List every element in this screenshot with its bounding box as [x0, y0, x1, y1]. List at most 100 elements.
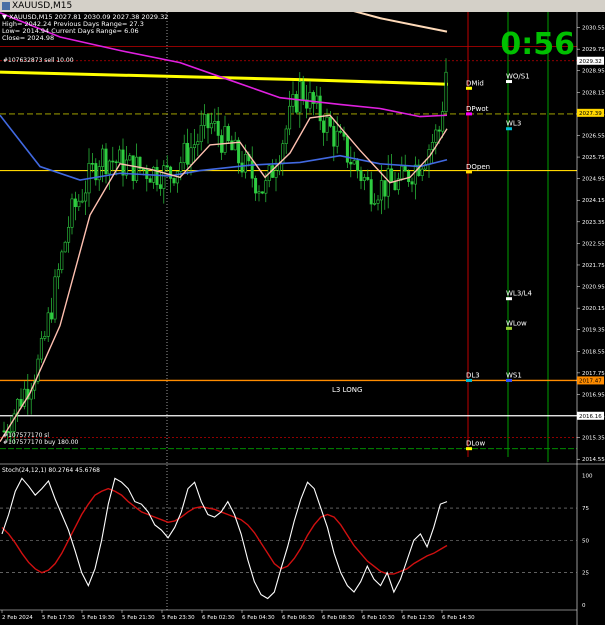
candle-body	[430, 142, 434, 150]
candle-body	[101, 148, 105, 167]
level-label-dpwot: DPwot	[466, 105, 489, 113]
candle-body	[366, 177, 370, 180]
candle-body	[407, 170, 411, 182]
candle-body	[216, 120, 220, 136]
window-title: XAUUSD,M15	[12, 1, 73, 11]
stoch-tick-label: 75	[582, 506, 589, 512]
price-tick-label: 2017.75	[582, 371, 605, 377]
time-tick-label: 6 Feb 02:30	[202, 615, 235, 621]
candle-body	[356, 160, 360, 171]
time-tick-label: 2 Feb 2024	[2, 615, 33, 621]
candle-body	[186, 142, 190, 165]
candle-body	[182, 142, 186, 164]
price-chart[interactable]: DMid DPwot DOpen DL3 DLow WO/S1 WL3 WL3/L4 WLow W…	[0, 12, 605, 625]
stoch-tick-label: 50	[582, 538, 589, 544]
candle-body	[376, 199, 380, 204]
time-tick-label: 6 Feb 08:30	[322, 615, 355, 621]
level-label-dlow: DLow	[466, 440, 485, 448]
candle-body	[349, 161, 353, 165]
price-marker-label: 2016.16	[579, 414, 602, 420]
level-flag	[506, 326, 512, 330]
price-marker-label: 2027.39	[579, 111, 602, 117]
candle-body	[240, 162, 244, 173]
candle-body	[56, 269, 60, 278]
l3-long-label: L3 LONG	[332, 386, 362, 394]
candle-body	[135, 156, 139, 181]
stoch-label: Stoch(24,12,1) 80.2764 45.6768	[2, 467, 100, 474]
stoch-tick-label: 100	[582, 474, 593, 480]
candle-body	[131, 155, 135, 181]
candle-body	[73, 198, 77, 208]
time-tick-label: 5 Feb 17:30	[42, 615, 75, 621]
candle-body	[373, 203, 377, 205]
price-tick-label: 2030.55	[582, 26, 605, 32]
candle-body	[284, 128, 288, 144]
candle-body	[84, 192, 88, 202]
candle-body	[121, 149, 125, 176]
cur-range: Current Days Range= 6.06	[51, 27, 139, 35]
candle-body	[335, 130, 339, 147]
candle-body	[274, 170, 278, 178]
level-label-wo-s1: WO/S1	[506, 73, 530, 81]
candle-body	[209, 123, 213, 129]
candle-body	[332, 125, 336, 147]
close-value: Close= 2024.98	[2, 34, 55, 42]
candle-body	[437, 129, 441, 132]
candle-body	[158, 184, 162, 189]
buy-order-label: #107577170 buy 180.00	[3, 439, 79, 446]
price-marker-label: 2017.47	[579, 378, 602, 384]
candle-body	[444, 71, 448, 112]
candle-body	[196, 141, 200, 145]
sell-order-label: #107632873 sell 10.00	[3, 57, 74, 64]
candle-body	[104, 148, 108, 175]
price-tick-label: 2023.35	[582, 220, 605, 226]
time-tick-label: 6 Feb 12:30	[402, 615, 435, 621]
candle-body	[213, 120, 217, 124]
candle-body	[413, 164, 417, 185]
level-flag	[466, 86, 472, 90]
candle-body	[403, 165, 407, 172]
candle-body	[179, 162, 183, 172]
price-tick-label: 2024.15	[582, 198, 605, 204]
price-tick-label: 2014.55	[582, 457, 605, 463]
candle-body	[345, 136, 349, 163]
candle-body	[107, 160, 111, 175]
candle-body	[288, 105, 292, 130]
candle-body	[359, 170, 363, 181]
level-label-wlow: WLow	[506, 319, 527, 327]
candle-body	[322, 120, 326, 133]
candle-body	[250, 160, 254, 179]
candle-body	[189, 147, 193, 165]
candle-body	[128, 155, 132, 161]
candle-body	[43, 336, 47, 339]
candle-body	[237, 139, 241, 164]
chart-window-icon	[2, 2, 10, 10]
price-tick-label: 2019.35	[582, 328, 605, 334]
candle-body	[77, 200, 81, 208]
candle-body	[50, 312, 54, 320]
candle-body	[325, 116, 329, 133]
candle-body	[53, 276, 57, 320]
candle-body	[264, 180, 268, 194]
window-title-bar: XAUUSD,M15	[0, 0, 605, 12]
candle-body	[257, 191, 261, 194]
candle-body	[67, 226, 71, 243]
candle-body	[148, 178, 152, 183]
candle-body	[199, 125, 203, 143]
stoch-tick-label: 25	[582, 571, 589, 577]
candle-body	[162, 165, 166, 189]
candle-body	[80, 200, 84, 203]
candle-body	[63, 241, 67, 253]
candle-body	[230, 140, 234, 151]
candle-body	[223, 126, 227, 153]
candle-body	[390, 168, 394, 183]
price-marker-label: 2029.32	[579, 59, 602, 65]
candle-body	[206, 114, 210, 129]
candle-body	[114, 161, 118, 164]
level-label-dl3: DL3	[466, 371, 480, 379]
level-flag	[466, 447, 472, 451]
bar-countdown: 0:56	[500, 27, 575, 62]
candle-body	[339, 130, 343, 133]
candle-body	[400, 165, 404, 180]
level-flag	[466, 378, 472, 382]
